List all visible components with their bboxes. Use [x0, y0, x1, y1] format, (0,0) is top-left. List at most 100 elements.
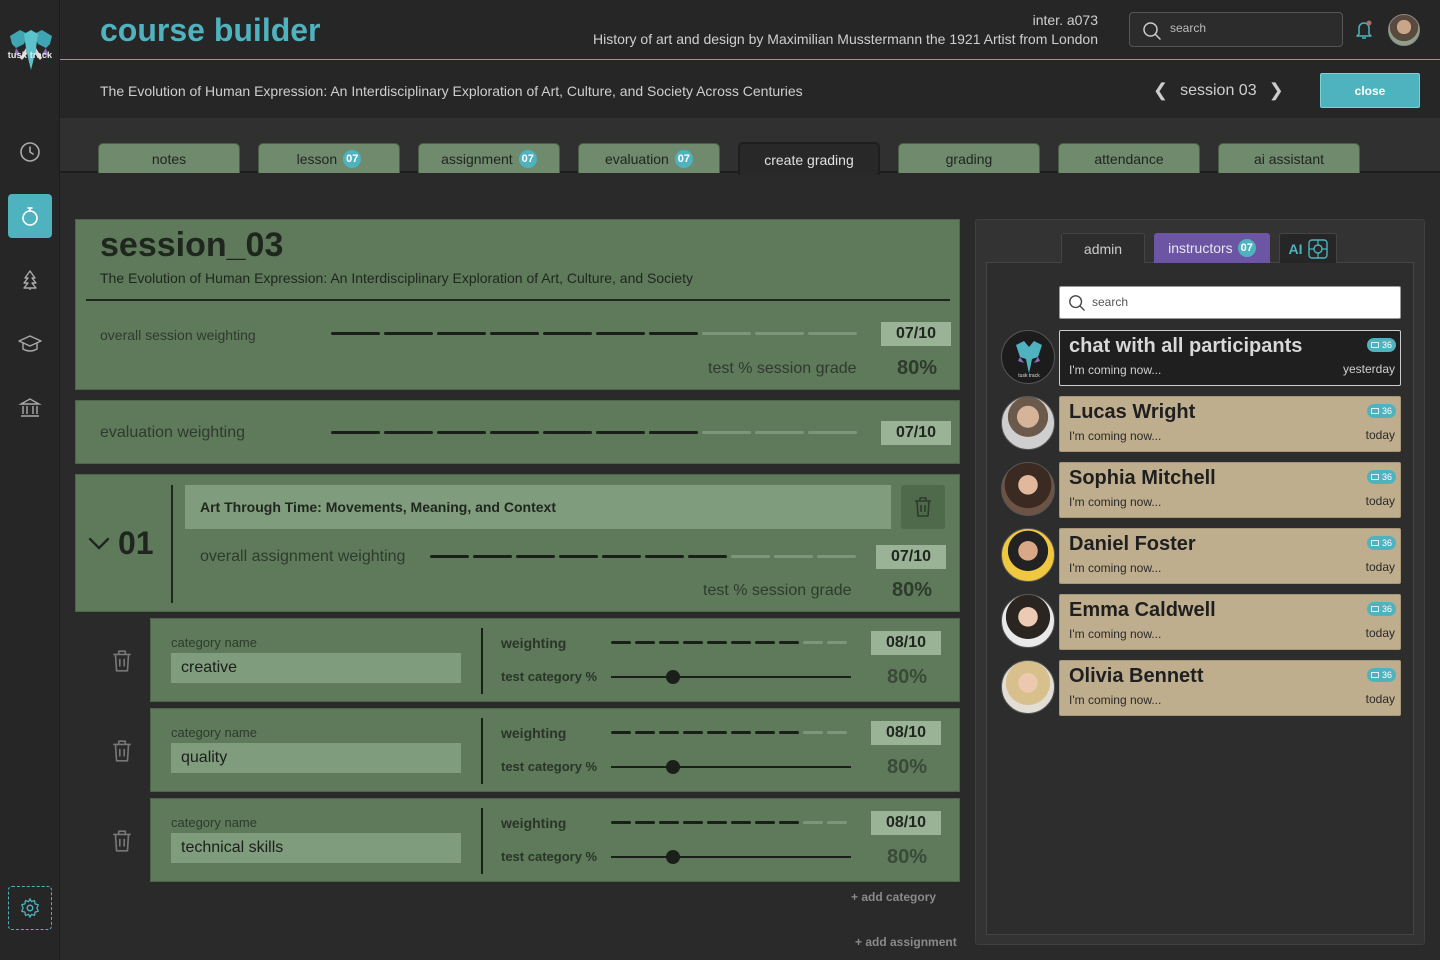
weighting-dash[interactable] [659, 641, 679, 644]
tab-create-grading[interactable]: create grading [738, 142, 880, 175]
chat-list-item[interactable]: Lucas Wright I'm coming now... today 36 [1001, 396, 1401, 452]
weighting-dash[interactable] [755, 431, 804, 434]
weighting-dash[interactable] [827, 641, 847, 644]
notifications-button[interactable] [1355, 20, 1373, 45]
weighting-dash[interactable] [731, 641, 751, 644]
weighting-dash[interactable] [490, 332, 539, 335]
delete-category-button[interactable] [111, 649, 133, 678]
weighting-dash[interactable] [817, 555, 856, 558]
weighting-dash[interactable] [808, 332, 857, 335]
nav-education[interactable] [8, 322, 52, 366]
weighting-dash[interactable] [683, 641, 703, 644]
add-assignment-link[interactable]: + add assignment [855, 935, 957, 949]
delete-category-button[interactable] [111, 739, 133, 768]
settings-button[interactable] [8, 886, 52, 930]
slider-knob[interactable] [666, 850, 681, 864]
weighting-dash[interactable] [827, 821, 847, 824]
weighting-dash[interactable] [702, 431, 751, 434]
weighting-dash[interactable] [635, 641, 655, 644]
session-weighting-bar[interactable] [331, 332, 857, 335]
weighting-dash[interactable] [755, 641, 775, 644]
chat-list-item[interactable]: tusk track chat with all participants I'… [1001, 330, 1401, 386]
weighting-dash[interactable] [755, 821, 775, 824]
weighting-dash[interactable] [702, 332, 751, 335]
assignment-weighting-bar[interactable] [430, 555, 856, 558]
weighting-dash[interactable] [827, 731, 847, 734]
tab-attendance[interactable]: attendance [1058, 143, 1200, 173]
weighting-dash[interactable] [559, 555, 598, 558]
weighting-dash[interactable] [611, 821, 631, 824]
weighting-dash[interactable] [490, 431, 539, 434]
tab-lesson[interactable]: lesson 07 [258, 143, 400, 173]
weighting-dash[interactable] [755, 731, 775, 734]
chat-list-item[interactable]: Sophia Mitchell I'm coming now... today … [1001, 462, 1401, 518]
weighting-dash[interactable] [649, 332, 698, 335]
tab-assignment[interactable]: assignment 07 [418, 143, 560, 173]
category-pct-slider[interactable] [611, 676, 851, 678]
nav-institution[interactable] [8, 386, 52, 430]
weighting-dash[interactable] [516, 555, 555, 558]
next-session-chevron-icon[interactable]: ❯ [1269, 80, 1284, 101]
weighting-dash[interactable] [473, 555, 512, 558]
category-weighting-bar[interactable] [611, 641, 847, 644]
weighting-dash[interactable] [596, 431, 645, 434]
weighting-dash[interactable] [808, 431, 857, 434]
tab-evaluation[interactable]: evaluation 07 [578, 143, 720, 173]
weighting-dash[interactable] [779, 641, 799, 644]
weighting-dash[interactable] [659, 731, 679, 734]
weighting-dash[interactable] [731, 821, 751, 824]
weighting-dash[interactable] [731, 731, 751, 734]
weighting-dash[interactable] [779, 821, 799, 824]
weighting-dash[interactable] [437, 332, 486, 335]
close-button[interactable]: close [1320, 73, 1420, 108]
top-search-box[interactable] [1129, 12, 1343, 47]
slider-knob[interactable] [666, 670, 681, 684]
tab-notes[interactable]: notes [98, 143, 240, 173]
chat-search-box[interactable] [1059, 286, 1401, 319]
weighting-dash[interactable] [430, 555, 469, 558]
category-name-input[interactable] [171, 833, 461, 863]
weighting-dash[interactable] [803, 821, 823, 824]
weighting-dash[interactable] [707, 821, 727, 824]
category-name-input[interactable] [171, 653, 461, 683]
weighting-dash[interactable] [779, 731, 799, 734]
chat-list-item[interactable]: Emma Caldwell I'm coming now... today 36 [1001, 594, 1401, 650]
weighting-dash[interactable] [635, 821, 655, 824]
weighting-dash[interactable] [707, 641, 727, 644]
weighting-dash[interactable] [384, 431, 433, 434]
nav-tree[interactable] [8, 258, 52, 302]
assignment-title[interactable]: Art Through Time: Movements, Meaning, an… [185, 485, 891, 529]
delete-category-button[interactable] [111, 829, 133, 858]
category-pct-slider[interactable] [611, 856, 851, 858]
weighting-dash[interactable] [384, 332, 433, 335]
tab-ai-assistant[interactable]: ai assistant [1218, 143, 1360, 173]
tab-grading[interactable]: grading [898, 143, 1040, 173]
delete-assignment-button[interactable] [901, 485, 945, 529]
chat-search-input[interactable] [1092, 295, 1382, 309]
chat-list-item[interactable]: Olivia Bennett I'm coming now... today 3… [1001, 660, 1401, 716]
weighting-dash[interactable] [437, 431, 486, 434]
category-weighting-bar[interactable] [611, 821, 847, 824]
user-avatar[interactable] [1388, 14, 1420, 46]
weighting-dash[interactable] [543, 431, 592, 434]
assignment-toggle[interactable]: 01 [88, 525, 154, 562]
nav-course-builder[interactable] [8, 194, 52, 238]
slider-knob[interactable] [666, 760, 681, 774]
evaluation-weighting-bar[interactable] [331, 431, 857, 434]
chat-list-item[interactable]: Daniel Foster I'm coming now... today 36 [1001, 528, 1401, 584]
weighting-dash[interactable] [602, 555, 641, 558]
weighting-dash[interactable] [635, 731, 655, 734]
weighting-dash[interactable] [683, 731, 703, 734]
weighting-dash[interactable] [731, 555, 770, 558]
weighting-dash[interactable] [683, 821, 703, 824]
add-category-link[interactable]: + add category [851, 890, 936, 904]
weighting-dash[interactable] [803, 641, 823, 644]
category-name-input[interactable] [171, 743, 461, 773]
tab-ai[interactable]: AI [1279, 233, 1337, 263]
weighting-dash[interactable] [755, 332, 804, 335]
weighting-dash[interactable] [803, 731, 823, 734]
weighting-dash[interactable] [543, 332, 592, 335]
weighting-dash[interactable] [645, 555, 684, 558]
weighting-dash[interactable] [649, 431, 698, 434]
tab-instructors[interactable]: instructors 07 [1154, 233, 1270, 263]
